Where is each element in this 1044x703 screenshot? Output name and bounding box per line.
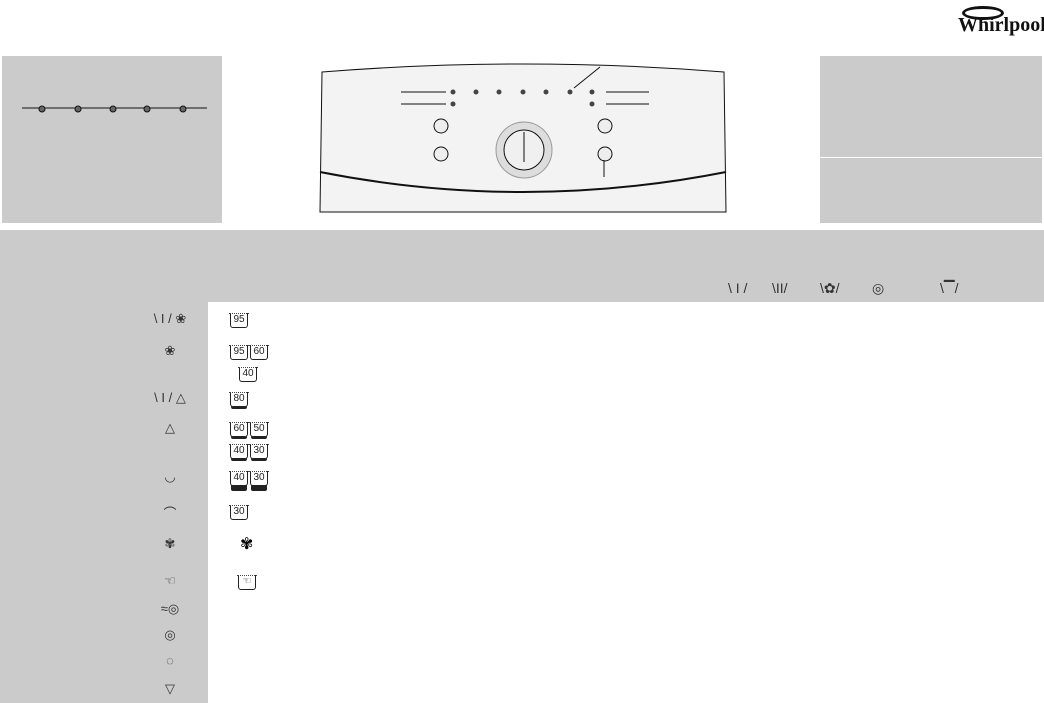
quick-wash-icon: ⌒ (163, 506, 177, 521)
wash-temperature-icon: 95 (229, 313, 249, 328)
gentle-spin-icon: ◌ (166, 653, 174, 668)
whirlpool-logo: Whirlpool (950, 4, 1044, 44)
rinse-spin-icon: ≈◎ (160, 601, 180, 616)
wash-temperature-icon: 40 (229, 444, 249, 459)
spin-icon: ◎ (164, 627, 176, 642)
indicator-panel-box (2, 56, 222, 223)
wash-temperature-cell: 60 50 40 30 (229, 418, 280, 462)
wash-temperature-icon: 60 (229, 422, 249, 437)
divider (820, 157, 1042, 158)
wash-temperature-icon: 30 (249, 444, 269, 459)
wash-temperature-icon: 40 (229, 471, 249, 486)
control-panel-drawing (316, 62, 730, 226)
wash-temperature-cell: ✾ (240, 536, 254, 553)
hand-wash-icon: ☜ (164, 573, 176, 588)
wash-temperature-cell: 95 (229, 309, 280, 331)
wash-temperature-icon: 30 (249, 471, 269, 486)
drain-icon: ▽ (165, 681, 175, 696)
wash-temperature-cell: 80 (229, 388, 280, 410)
wool-icon: ✾ (164, 536, 176, 551)
wash-temperature-icon: 50 (249, 422, 269, 437)
wash-temperature-icon: 40 (238, 367, 258, 382)
status-indicator-lights-icon (22, 105, 207, 113)
wash-temperature-icon: 80 (229, 392, 249, 407)
wash-temperature-icon: 95 (229, 345, 249, 360)
info-box (820, 56, 1042, 223)
prewash-compartment-icon: \ I / (728, 280, 748, 296)
drain-icon: \▔/ (940, 280, 959, 296)
wash-temperature-cell: 40 30 (229, 467, 280, 489)
wash-temperature-cell: ☜ (230, 571, 288, 590)
softener-compartment-icon: \✿/ (820, 280, 840, 296)
wash-temperature-icon: 60 (249, 345, 269, 360)
wash-temperature-cell: 30 (229, 501, 280, 523)
wash-temperature-cell: 95 60 40 (229, 341, 280, 385)
synthetics-icon: △ (165, 420, 175, 435)
cotton-icon: ❀ (164, 343, 176, 358)
wash-temperature-icon: 30 (229, 505, 249, 520)
spin-icon: ◎ (872, 280, 885, 296)
table-header-band (0, 230, 1044, 302)
delicates-icon: ◡ (164, 469, 176, 484)
main-wash-compartment-icon: \II/ (772, 280, 788, 296)
cotton-prewash-icon: \ I / ❀ (153, 311, 187, 326)
synthetics-prewash-icon: \ I / △ (154, 390, 186, 405)
